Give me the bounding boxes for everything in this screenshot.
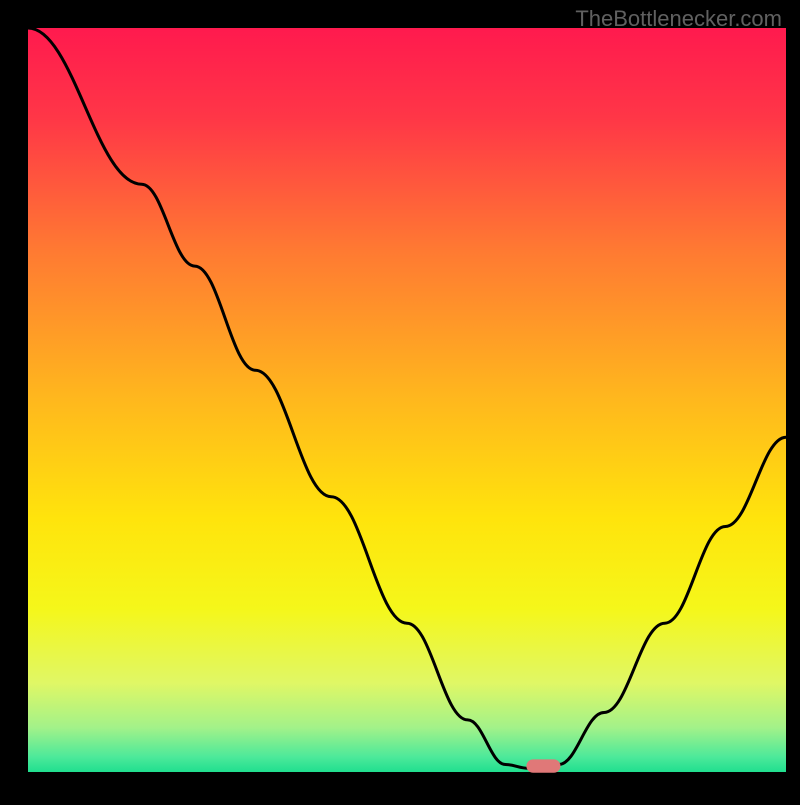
chart-container [0, 0, 800, 800]
bottleneck-chart [0, 0, 800, 800]
watermark-label: TheBottlenecker.com [575, 6, 782, 32]
